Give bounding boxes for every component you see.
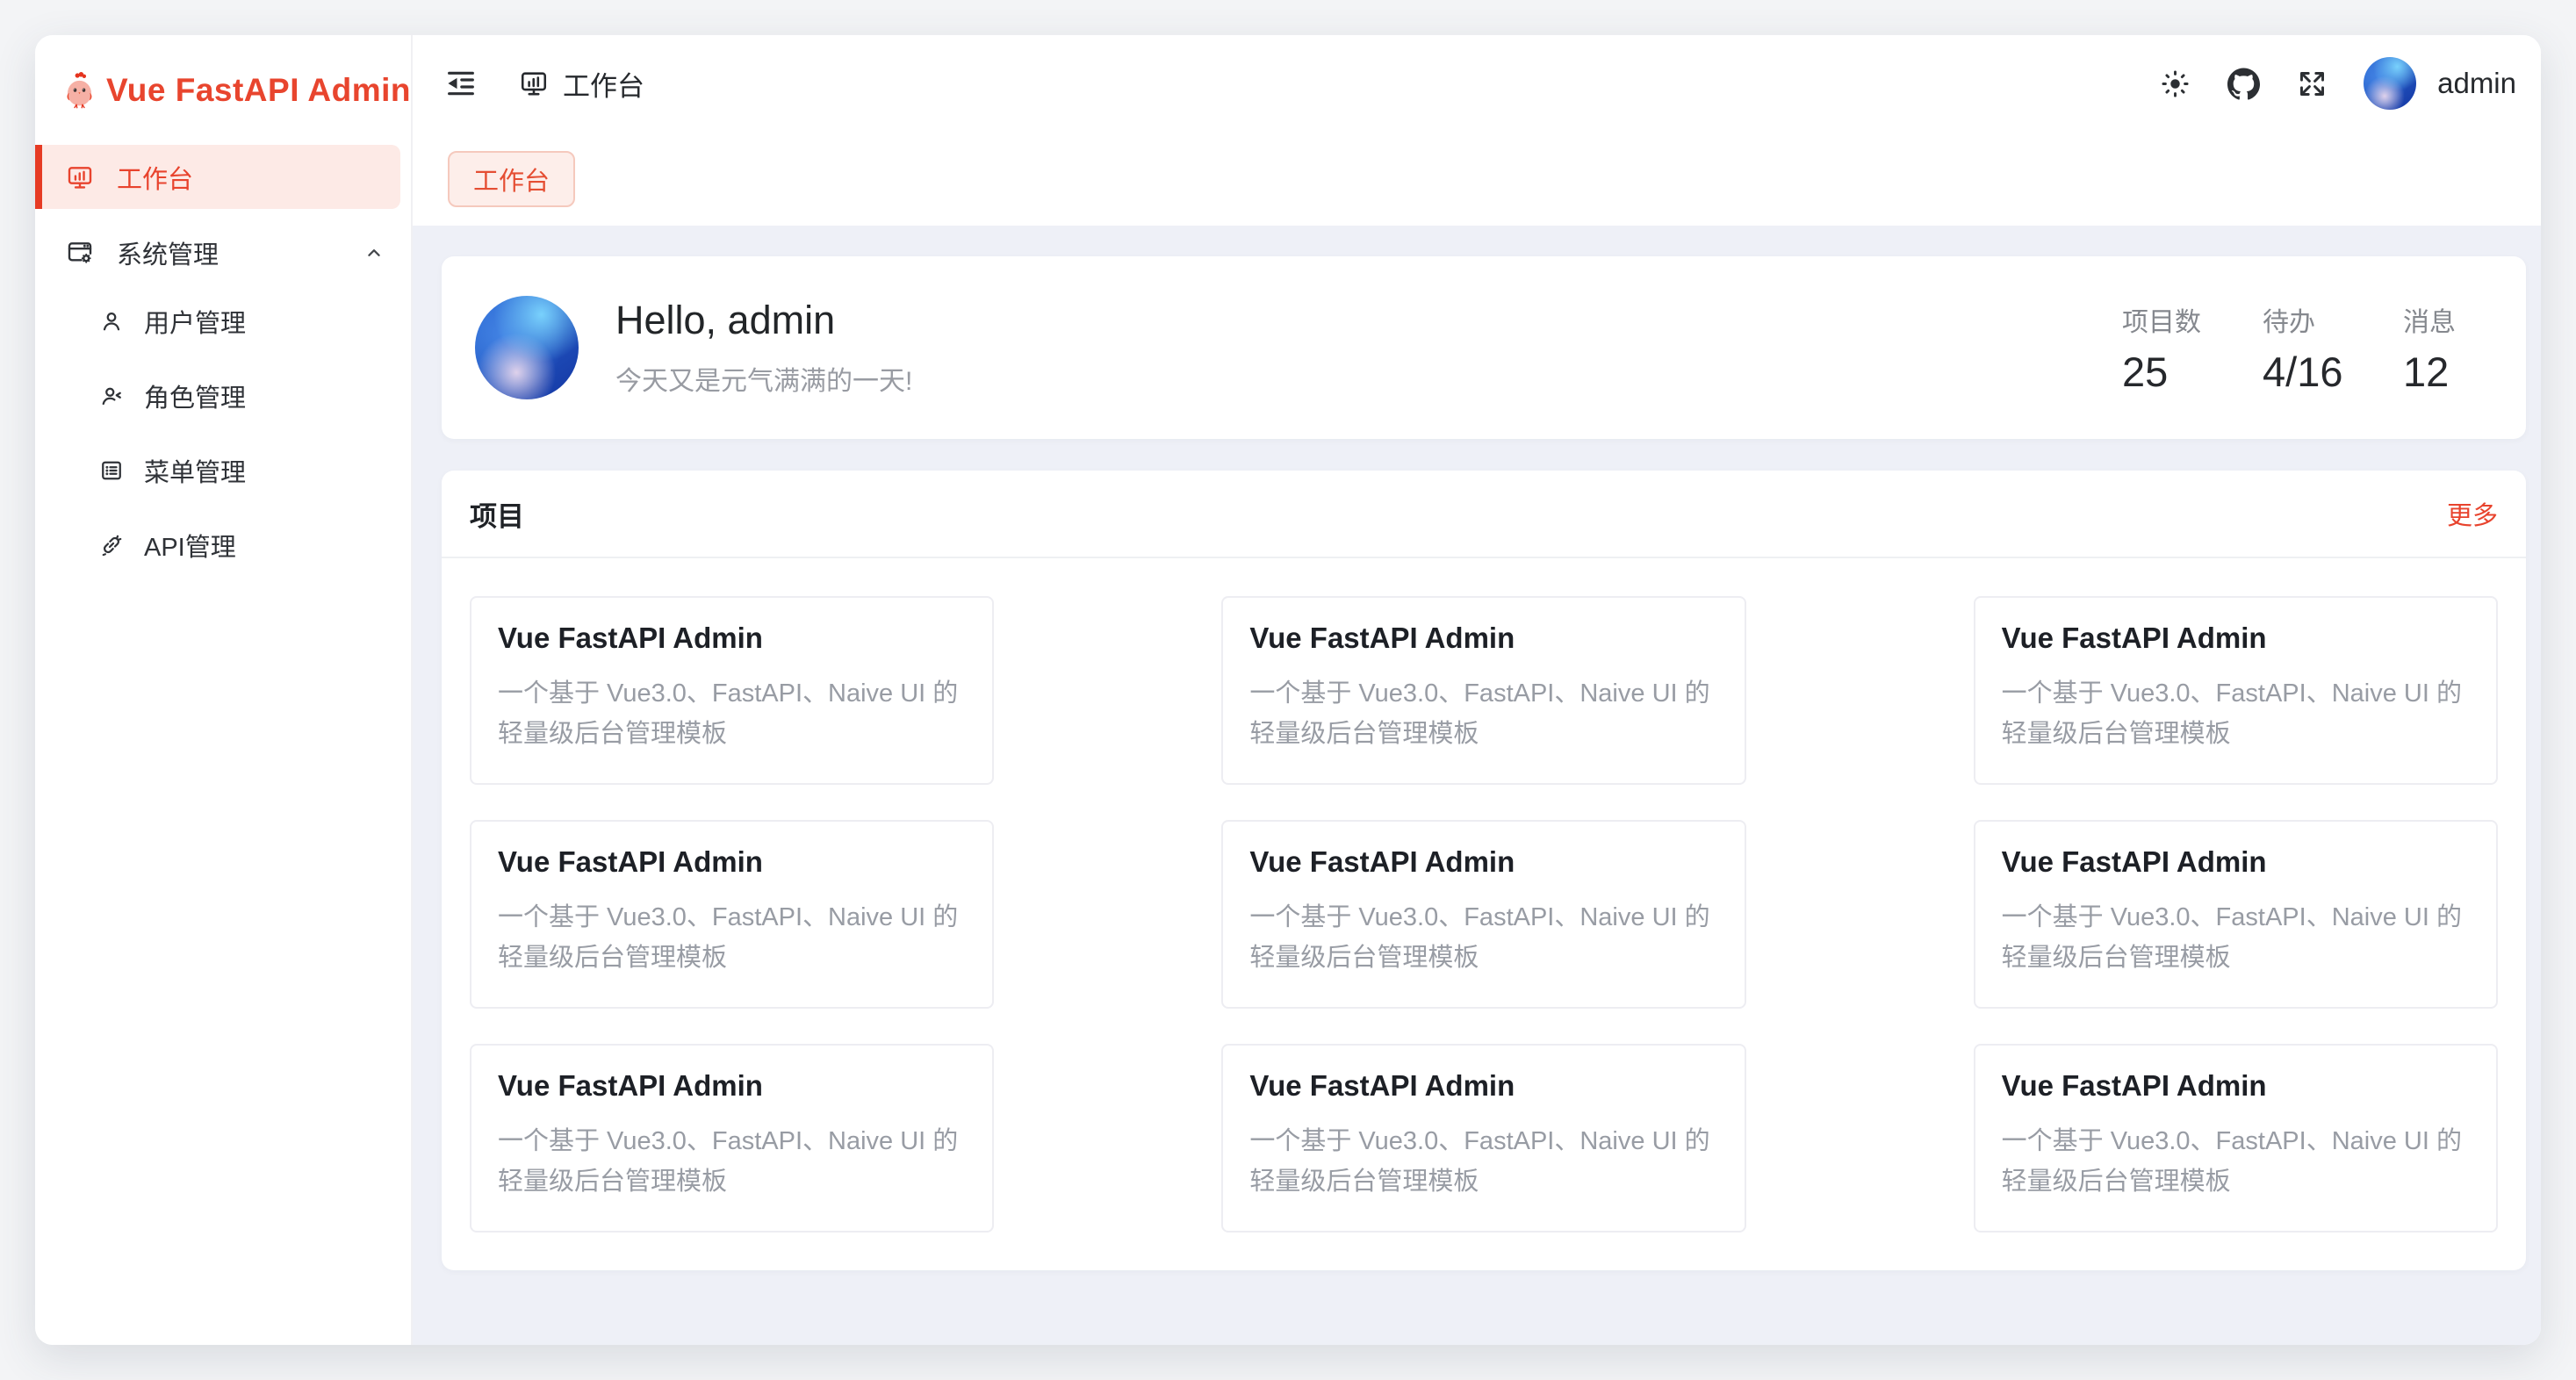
project-card[interactable]: Vue FastAPI Admin 一个基于 Vue3.0、FastAPI、Na…: [470, 820, 994, 1009]
chick-mascot-icon: [63, 62, 96, 119]
sidebar: Vue FastAPI Admin 工作台 系统管理 用户管理 角色管理: [35, 35, 413, 1345]
projects-panel: 项目 更多 Vue FastAPI Admin 一个基于 Vue3.0、Fast…: [442, 471, 2526, 1270]
project-card-desc: 一个基于 Vue3.0、FastAPI、Naive UI 的轻量级后台管理模板: [1249, 898, 1717, 979]
project-card-title: Vue FastAPI Admin: [1249, 845, 1717, 879]
fullscreen-icon: [2296, 68, 2328, 100]
projects-header: 项目 更多: [442, 471, 2526, 558]
stat-label: 项目数: [2122, 300, 2206, 339]
logo-text: Vue FastAPI Admin: [106, 72, 411, 109]
project-card-title: Vue FastAPI Admin: [2002, 1069, 2470, 1103]
project-card-title: Vue FastAPI Admin: [498, 622, 966, 655]
project-card-desc: 一个基于 Vue3.0、FastAPI、Naive UI 的轻量级后台管理模板: [2002, 898, 2470, 979]
welcome-greeting: Hello, admin: [615, 298, 912, 343]
project-card[interactable]: Vue FastAPI Admin 一个基于 Vue3.0、FastAPI、Na…: [1221, 596, 1745, 785]
sidebar-item-workbench[interactable]: 工作台: [35, 145, 400, 209]
project-card-desc: 一个基于 Vue3.0、FastAPI、Naive UI 的轻量级后台管理模板: [1249, 1122, 1717, 1203]
workbench-icon: [66, 163, 94, 191]
tags-bar: 工作台: [413, 132, 2541, 226]
top-header: 工作台 admin: [413, 35, 2541, 132]
user-icon: [98, 308, 125, 334]
sidebar-item-role-management[interactable]: 角色管理: [35, 364, 411, 428]
project-card-title: Vue FastAPI Admin: [2002, 845, 2470, 879]
fullscreen-button[interactable]: [2277, 68, 2346, 100]
github-button[interactable]: [2209, 68, 2277, 100]
sidebar-item-label: 角色管理: [144, 377, 246, 414]
project-card-desc: 一个基于 Vue3.0、FastAPI、Naive UI 的轻量级后台管理模板: [498, 898, 966, 979]
role-icon: [98, 383, 125, 409]
system-settings-icon: [66, 239, 94, 267]
sidebar-item-label: 用户管理: [144, 303, 246, 340]
project-card-desc: 一个基于 Vue3.0、FastAPI、Naive UI 的轻量级后台管理模板: [2002, 674, 2470, 755]
tag-workbench[interactable]: 工作台: [448, 151, 575, 207]
theme-sun-icon: [2159, 68, 2191, 100]
project-card[interactable]: Vue FastAPI Admin 一个基于 Vue3.0、FastAPI、Na…: [1974, 1044, 2498, 1233]
sidebar-item-user-management[interactable]: 用户管理: [35, 290, 411, 353]
sidebar-item-system-management[interactable]: 系统管理: [35, 221, 411, 284]
content-area: Hello, admin 今天又是元气满满的一天! 项目数 25 待办 4/16…: [413, 226, 2541, 1345]
sidebar-item-label: 工作台: [117, 159, 193, 196]
project-card[interactable]: Vue FastAPI Admin 一个基于 Vue3.0、FastAPI、Na…: [470, 1044, 994, 1233]
project-card[interactable]: Vue FastAPI Admin 一个基于 Vue3.0、FastAPI、Na…: [1974, 820, 2498, 1009]
welcome-message: 今天又是元气满满的一天!: [615, 359, 912, 398]
menu-fold-icon: [443, 66, 479, 101]
sidebar-item-label: 菜单管理: [144, 452, 246, 489]
logo: Vue FastAPI Admin: [35, 35, 411, 145]
breadcrumb[interactable]: 工作台: [519, 64, 644, 104]
stat-messages: 消息 12: [2403, 300, 2487, 396]
project-card-desc: 一个基于 Vue3.0、FastAPI、Naive UI 的轻量级后台管理模板: [498, 674, 966, 755]
projects-grid: Vue FastAPI Admin 一个基于 Vue3.0、FastAPI、Na…: [442, 558, 2526, 1233]
user-avatar[interactable]: [2364, 57, 2416, 110]
sidebar-collapse-button[interactable]: [443, 66, 479, 101]
stat-value: 4/16: [2263, 348, 2347, 396]
project-card-title: Vue FastAPI Admin: [2002, 622, 2470, 655]
main-area: 工作台 admin 工作台: [413, 35, 2541, 1345]
stat-value: 12: [2403, 348, 2487, 396]
project-card[interactable]: Vue FastAPI Admin 一个基于 Vue3.0、FastAPI、Na…: [1974, 596, 2498, 785]
project-card-title: Vue FastAPI Admin: [1249, 1069, 1717, 1103]
sidebar-item-label: 系统管理: [117, 234, 219, 271]
sidebar-menu: 工作台 系统管理 用户管理 角色管理 菜单管理 API管理: [35, 145, 411, 577]
project-card-title: Vue FastAPI Admin: [1249, 622, 1717, 655]
app-window: Vue FastAPI Admin 工作台 系统管理 用户管理 角色管理: [35, 35, 2541, 1345]
github-icon: [2227, 68, 2260, 100]
project-card-desc: 一个基于 Vue3.0、FastAPI、Naive UI 的轻量级后台管理模板: [2002, 1122, 2470, 1203]
username[interactable]: admin: [2437, 67, 2516, 100]
project-card-desc: 一个基于 Vue3.0、FastAPI、Naive UI 的轻量级后台管理模板: [1249, 674, 1717, 755]
menu-list-icon: [98, 457, 125, 484]
stat-todos: 待办 4/16: [2263, 300, 2347, 396]
project-card[interactable]: Vue FastAPI Admin 一个基于 Vue3.0、FastAPI、Na…: [470, 596, 994, 785]
sidebar-item-menu-management[interactable]: 菜单管理: [35, 439, 411, 502]
welcome-avatar: [475, 296, 579, 399]
stat-label: 待办: [2263, 300, 2347, 339]
api-link-icon: [98, 532, 125, 558]
sidebar-item-api-management[interactable]: API管理: [35, 514, 411, 577]
project-card[interactable]: Vue FastAPI Admin 一个基于 Vue3.0、FastAPI、Na…: [1221, 1044, 1745, 1233]
theme-toggle-button[interactable]: [2141, 68, 2209, 100]
sidebar-item-label: API管理: [144, 527, 236, 564]
stat-label: 消息: [2403, 300, 2487, 339]
project-card[interactable]: Vue FastAPI Admin 一个基于 Vue3.0、FastAPI、Na…: [1221, 820, 1745, 1009]
chevron-up-icon: [362, 241, 386, 265]
welcome-card: Hello, admin 今天又是元气满满的一天! 项目数 25 待办 4/16…: [442, 256, 2526, 439]
stat-projects: 项目数 25: [2122, 300, 2206, 396]
breadcrumb-label: 工作台: [563, 64, 644, 104]
project-card-title: Vue FastAPI Admin: [498, 845, 966, 879]
project-card-title: Vue FastAPI Admin: [498, 1069, 966, 1103]
header-actions: admin: [2141, 57, 2516, 110]
welcome-text: Hello, admin 今天又是元气满满的一天!: [615, 298, 912, 398]
workbench-icon: [519, 68, 549, 98]
projects-title: 项目: [470, 494, 524, 534]
stats: 项目数 25 待办 4/16 消息 12: [2122, 300, 2487, 396]
stat-value: 25: [2122, 348, 2206, 396]
project-card-desc: 一个基于 Vue3.0、FastAPI、Naive UI 的轻量级后台管理模板: [498, 1122, 966, 1203]
more-link[interactable]: 更多: [2447, 495, 2498, 532]
